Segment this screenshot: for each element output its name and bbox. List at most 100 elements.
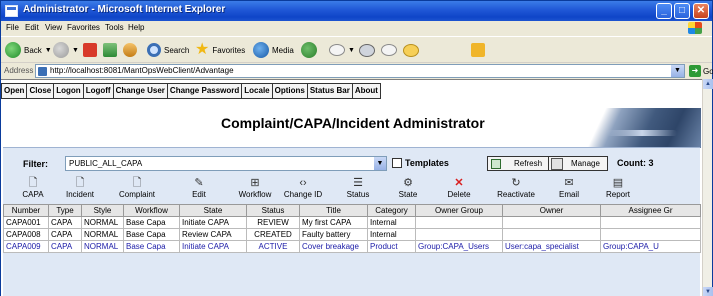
column-header[interactable]: Style <box>81 204 124 217</box>
table-cell: Base Capa <box>123 228 180 241</box>
filter-label: Filter: <box>23 159 49 169</box>
templates-checkbox[interactable] <box>392 158 402 168</box>
scroll-up-icon[interactable]: ▲ <box>703 79 713 89</box>
edit-icon: ✎ <box>194 177 204 189</box>
chevron-down-icon[interactable]: ▼ <box>374 157 386 170</box>
report-button[interactable]: ▤ Report <box>588 176 648 204</box>
window-title: Administrator - Microsoft Internet Explo… <box>23 4 226 15</box>
go-arrow-icon: ➜ <box>689 65 701 77</box>
reactivate-button[interactable]: ↻ Reactivate <box>486 176 546 204</box>
menu-help[interactable]: Help <box>128 23 144 32</box>
address-url[interactable]: http://localhost:8081/MantOpsWebClient/A… <box>50 66 234 75</box>
mail-button[interactable]: ▼ <box>329 40 355 60</box>
refresh-page-button[interactable] <box>103 40 117 60</box>
history-icon <box>301 42 317 58</box>
column-header[interactable]: Owner <box>502 204 601 217</box>
app-menu-change-user[interactable]: Change User <box>113 83 168 99</box>
app-menu-logoff[interactable]: Logoff <box>83 83 114 99</box>
close-window-button[interactable]: ✕ <box>693 3 709 19</box>
folder-button[interactable] <box>403 40 419 60</box>
menu-edit[interactable]: Edit <box>25 23 39 32</box>
change-id-icon: ‹› <box>299 177 307 189</box>
minimize-button[interactable]: _ <box>656 3 672 19</box>
app-menu-close[interactable]: Close <box>27 83 55 99</box>
title-bar: Administrator - Microsoft Internet Explo… <box>1 1 712 21</box>
messenger-button[interactable] <box>471 40 485 60</box>
chevron-down-icon[interactable]: ▼ <box>671 65 684 77</box>
table-cell: NORMAL <box>81 216 124 229</box>
table-cell: REVIEW <box>246 216 300 229</box>
maximize-button[interactable]: □ <box>674 3 690 19</box>
forward-button[interactable]: ▼ <box>53 40 79 60</box>
edit-page-button[interactable] <box>381 40 397 60</box>
menu-view[interactable]: View <box>45 23 62 32</box>
table-row-selected[interactable]: CAPA009 CAPA NORMAL Base Capa Initiate C… <box>3 240 701 253</box>
record-count: Count: 3 <box>617 158 654 168</box>
new-incident-button[interactable]: 🗋 Incident <box>50 176 110 204</box>
table-cell: ACTIVE <box>246 240 300 253</box>
menu-tools[interactable]: Tools <box>105 23 124 32</box>
edit-button[interactable]: ✎ Edit <box>169 176 229 204</box>
browser-toolbar: Back ▼ ▼ Search ★ Favorites Media ▼ <box>1 36 712 62</box>
app-menu-status-bar[interactable]: Status Bar <box>307 83 353 99</box>
refresh-button[interactable]: Refresh <box>487 156 549 171</box>
app-menu-logon[interactable]: Logon <box>54 83 84 99</box>
column-header[interactable]: State <box>179 204 247 217</box>
table-cell: Group:CAPA_Users <box>415 240 503 253</box>
table-row[interactable]: CAPA008 CAPA NORMAL Base Capa Review CAP… <box>3 228 701 241</box>
media-button[interactable]: Media <box>253 40 294 60</box>
app-menu-change-password[interactable]: Change Password <box>167 83 243 99</box>
new-complaint-button[interactable]: 🗋 Complaint <box>107 176 167 204</box>
table-cell: Faulty battery <box>299 228 368 241</box>
table-cell: Internal <box>367 216 416 229</box>
vertical-scrollbar[interactable]: ▲ ▼ <box>702 79 713 296</box>
change-id-button[interactable]: ‹› Change ID <box>273 176 333 204</box>
app-menu-about[interactable]: About <box>352 83 381 99</box>
column-header[interactable]: Category <box>367 204 416 217</box>
stop-button[interactable] <box>83 40 97 60</box>
favorites-button[interactable]: ★ Favorites <box>195 40 245 60</box>
table-cell: Base Capa <box>123 216 180 229</box>
app-menu-locale[interactable]: Locale <box>242 83 273 99</box>
history-button[interactable] <box>301 40 317 60</box>
administrator-panel: Filter: PUBLIC_ALL_CAPA ▼ Templates Refr… <box>3 147 701 296</box>
table-row[interactable]: CAPA001 CAPA NORMAL Base Capa Initiate C… <box>3 216 701 229</box>
report-icon: ▤ <box>612 177 624 189</box>
menu-favorites[interactable]: Favorites <box>67 23 100 32</box>
table-cell <box>600 216 701 229</box>
menu-file[interactable]: File <box>6 23 19 32</box>
column-header[interactable]: Owner Group <box>415 204 503 217</box>
table-cell: CREATED <box>246 228 300 241</box>
page-icon <box>38 67 47 76</box>
table-cell: Internal <box>367 228 416 241</box>
go-button[interactable]: ➜ Go <box>689 65 713 77</box>
page-content: Open Close Logon Logoff Change User Chan… <box>1 79 702 296</box>
column-header[interactable]: Assignee Gr <box>600 204 701 217</box>
column-header[interactable]: Workflow <box>123 204 180 217</box>
scroll-down-icon[interactable]: ▼ <box>703 287 713 296</box>
folder-icon <box>403 43 419 57</box>
address-input[interactable]: http://localhost:8081/MantOpsWebClient/A… <box>35 64 685 78</box>
column-header[interactable]: Number <box>3 204 49 217</box>
print-button[interactable] <box>359 40 375 60</box>
column-header[interactable]: Status <box>246 204 300 217</box>
refresh-icon <box>103 43 117 57</box>
app-menu-open[interactable]: Open <box>1 83 28 99</box>
table-cell <box>415 228 503 241</box>
back-button[interactable]: Back ▼ <box>5 40 52 60</box>
column-header[interactable]: Title <box>299 204 368 217</box>
table-cell <box>502 216 601 229</box>
table-cell: CAPA001 <box>3 216 49 229</box>
table-cell: Product <box>367 240 416 253</box>
app-menu-bar: Open Close Logon Logoff Change User Chan… <box>1 83 381 99</box>
home-button[interactable] <box>123 40 137 60</box>
address-label: Address <box>4 66 34 75</box>
filter-select[interactable]: PUBLIC_ALL_CAPA ▼ <box>65 156 387 171</box>
manage-button[interactable]: Manage <box>548 156 608 171</box>
app-menu-options[interactable]: Options <box>272 83 308 99</box>
printer-icon <box>359 43 375 57</box>
column-header[interactable]: Type <box>48 204 82 217</box>
delete-button[interactable]: ✕ Delete <box>429 176 489 204</box>
table-cell: NORMAL <box>81 240 124 253</box>
search-button[interactable]: Search <box>147 40 189 60</box>
